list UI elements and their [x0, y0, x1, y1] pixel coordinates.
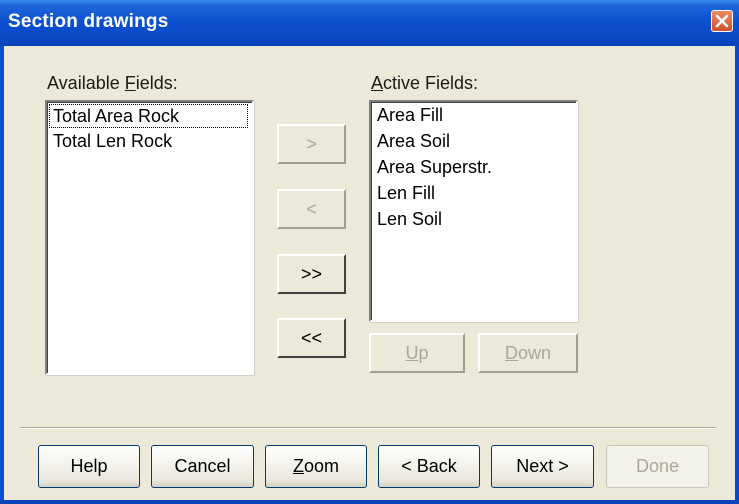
help-button[interactable]: Help [38, 445, 140, 488]
cancel-button[interactable]: Cancel [151, 445, 254, 488]
window-frame-bottom [0, 500, 739, 504]
footer-separator [20, 427, 716, 429]
remove-field-button[interactable]: < [277, 189, 346, 229]
zoom-button[interactable]: Zoom [265, 445, 367, 488]
window-frame-left [0, 46, 4, 504]
next-button[interactable]: Next > [491, 445, 594, 488]
list-item[interactable]: Total Area Rock [49, 104, 248, 128]
move-up-button[interactable]: Up [369, 333, 465, 373]
add-all-fields-button[interactable]: >> [277, 254, 346, 294]
title-bar[interactable]: Section drawings [0, 0, 739, 46]
dialog-window: Section drawings Available Fields: Total… [0, 0, 739, 504]
list-item[interactable]: Total Len Rock [47, 128, 252, 154]
list-item[interactable]: Area Soil [371, 128, 576, 154]
window-title: Section drawings [8, 11, 169, 32]
close-button[interactable] [711, 10, 733, 32]
remove-all-fields-button[interactable]: << [277, 318, 346, 358]
move-down-button[interactable]: Down [478, 333, 578, 373]
done-button[interactable]: Done [606, 445, 709, 488]
active-fields-list[interactable]: Area Fill Area Soil Area Superstr. Len F… [369, 100, 578, 322]
back-button[interactable]: < Back [378, 445, 480, 488]
available-fields-label: Available Fields: [47, 73, 178, 93]
list-item[interactable]: Len Fill [371, 180, 576, 206]
close-icon [715, 14, 729, 28]
active-fields-label: Active Fields: [371, 73, 479, 93]
available-fields-list[interactable]: Total Area Rock Total Len Rock [45, 100, 254, 375]
list-item[interactable]: Area Fill [371, 102, 576, 128]
add-field-button[interactable]: > [277, 124, 346, 164]
list-item[interactable]: Area Superstr. [371, 154, 576, 180]
window-frame-right [735, 46, 739, 504]
list-item[interactable]: Len Soil [371, 206, 576, 232]
